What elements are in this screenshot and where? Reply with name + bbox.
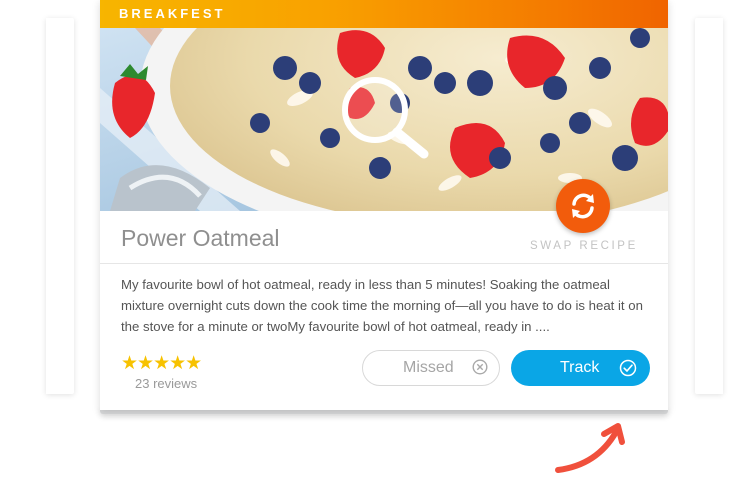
next-card-edge[interactable] [695, 18, 723, 394]
swap-recipe-label[interactable]: SWAP RECIPE [530, 240, 638, 252]
track-button-label: Track [560, 359, 600, 376]
close-circle-icon [472, 359, 488, 375]
recipe-card: BREAKFEST Power Oatmeal SWAP RECIPE My f… [100, 0, 668, 410]
review-count[interactable]: 23 reviews [135, 376, 197, 391]
previous-card-edge[interactable] [46, 18, 74, 394]
swap-recipe-button[interactable] [556, 179, 610, 233]
rating-stars: ★★★★★ [121, 353, 202, 374]
track-button[interactable]: Track [511, 350, 650, 386]
check-circle-icon [619, 359, 637, 377]
refresh-icon [572, 193, 594, 219]
recipe-description: My favourite bowl of hot oatmeal, ready … [121, 277, 643, 334]
category-banner: BREAKFEST [100, 0, 668, 28]
divider [100, 263, 668, 264]
missed-button-label: Missed [403, 359, 454, 376]
category-label: BREAKFEST [119, 6, 226, 21]
missed-button[interactable]: Missed [362, 350, 500, 386]
recipe-title: Power Oatmeal [121, 225, 280, 251]
curved-arrow-icon [555, 423, 625, 473]
